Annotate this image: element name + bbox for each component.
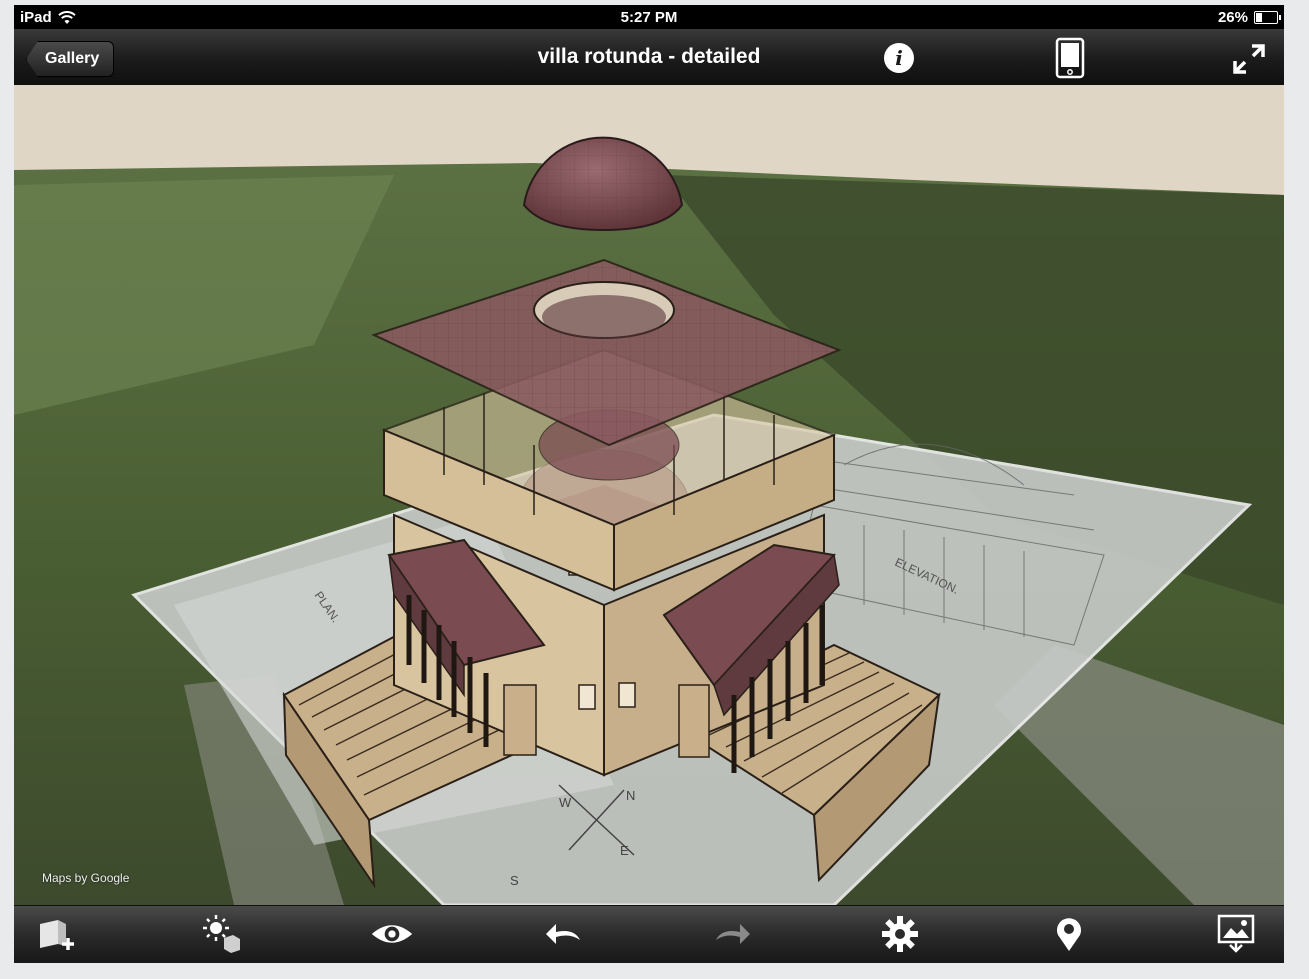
page-title: villa rotunda - detailed [537,45,761,68]
status-right: 26% [1217,9,1281,26]
maps-credit: Maps by Google [42,871,130,885]
compass-north: N [626,788,635,803]
redo-icon[interactable] [710,914,754,954]
view-eye-icon[interactable] [370,914,414,954]
3d-model-viewport[interactable]: PLAN. ELEVATION. N E S W Maps by Google [14,85,1284,905]
compass-south: S [510,873,519,888]
location-pin-icon[interactable] [1047,914,1091,954]
device-icon[interactable] [1054,37,1086,79]
bottom-toolbar [14,905,1284,963]
undo-icon[interactable] [542,914,586,954]
status-time: 5:27 PM [620,9,678,26]
model-scene[interactable]: PLAN. ELEVATION. N E S W [14,85,1284,905]
status-bar: iPad 5:27 PM 26% [14,5,1284,29]
screenshot-export-icon[interactable] [1214,914,1258,954]
compass-west: W [559,795,572,810]
compass-east: E [620,843,629,858]
ipad-screen: iPad 5:27 PM 26% Gallery villa rotunda -… [14,5,1284,963]
lighting-icon[interactable] [200,914,244,954]
battery-icon [1254,11,1281,24]
add-model-icon[interactable] [36,914,80,954]
battery-percent: 26% [1217,9,1248,26]
settings-gear-icon[interactable] [878,914,922,954]
navigation-bar: Gallery villa rotunda - detailed i [14,29,1284,86]
info-icon[interactable]: i [884,43,914,73]
expand-icon[interactable] [1232,43,1266,75]
